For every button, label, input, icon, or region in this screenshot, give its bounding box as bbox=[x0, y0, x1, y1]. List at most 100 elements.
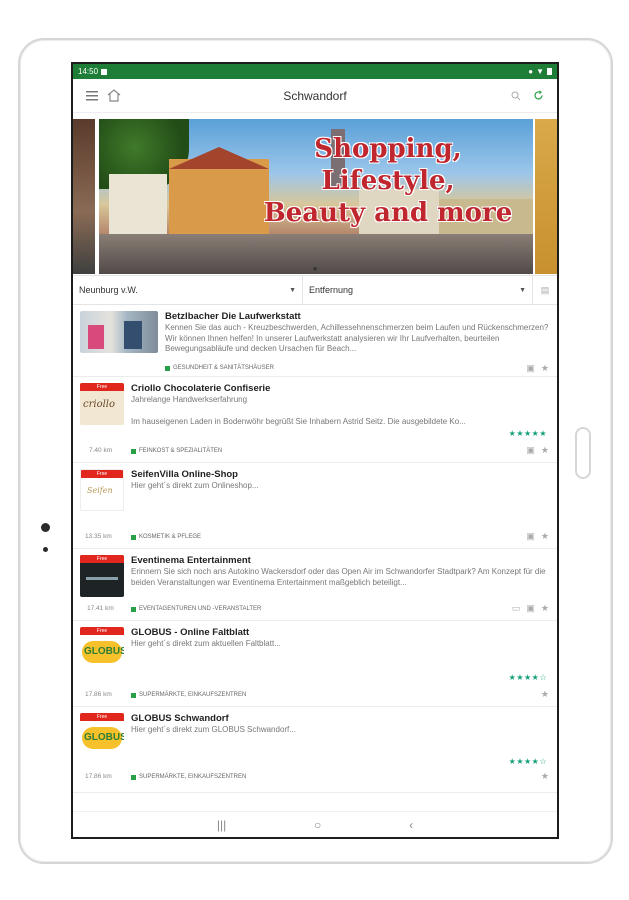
criollo-logo: Free criollo bbox=[80, 383, 124, 425]
badge-free: Free bbox=[80, 627, 124, 635]
side-button bbox=[575, 427, 591, 479]
shop-description: Hier geht´s direkt zum aktuellen Faltbla… bbox=[131, 639, 281, 648]
favorite-star-icon[interactable]: ★ bbox=[541, 531, 549, 542]
home-button-icon[interactable]: ○ bbox=[314, 818, 321, 832]
chevron-down-icon: ▼ bbox=[289, 286, 296, 294]
favorite-star-icon[interactable]: ★ bbox=[541, 603, 549, 614]
notification-icon bbox=[101, 68, 108, 75]
category-text: GESUNDHEIT & SANITÄTSHÄUSER bbox=[173, 365, 274, 371]
list-item[interactable]: Free GLOBUS GLOBUS Schwandorf Hier geht´… bbox=[73, 707, 557, 793]
facebook-icon[interactable]: ▣ bbox=[526, 603, 535, 614]
home-icon[interactable] bbox=[103, 85, 125, 107]
item-actions: ★ bbox=[541, 689, 549, 700]
distance-label: 7.40 km bbox=[89, 447, 113, 454]
location-value: Neunburg v.W. bbox=[79, 285, 138, 295]
rating-stars: ★★★★★ bbox=[508, 429, 547, 438]
youtube-icon[interactable]: ▭ bbox=[512, 603, 521, 614]
distance-label: 13.35 km bbox=[85, 533, 112, 540]
system-nav-bar: ||| ○ ‹ bbox=[73, 811, 557, 837]
list-item[interactable]: Free GLOBUS GLOBUS - Online Faltblatt Hi… bbox=[73, 621, 557, 707]
banner-prev-slide bbox=[73, 119, 95, 274]
eventinema-logo: Free bbox=[80, 555, 124, 597]
back-icon[interactable]: ‹ bbox=[409, 818, 413, 832]
facebook-icon[interactable]: ▣ bbox=[526, 531, 535, 542]
shop-name: GLOBUS - Online Faltblatt bbox=[131, 627, 250, 638]
calendar-icon[interactable]: ▤ bbox=[533, 276, 557, 304]
category-text: FEINKOST & SPEZIALITÄTEN bbox=[139, 448, 223, 454]
battery-icon bbox=[547, 68, 552, 75]
shop-description-more: Im hauseigenen Laden in Bodenwöhr begrüß… bbox=[131, 417, 466, 426]
item-actions: ★ bbox=[541, 771, 549, 782]
shop-description: Erinnern Sie sich noch ans Autokino Wack… bbox=[131, 567, 546, 587]
category-label: SUPERMÄRKTE, EINKAUFSZENTREN bbox=[131, 774, 246, 780]
shop-description: Hier geht´s direkt zum Onlineshop... bbox=[131, 481, 259, 490]
wifi-icon: ▼ bbox=[536, 67, 544, 76]
banner-next-slide bbox=[535, 119, 557, 274]
sort-dropdown[interactable]: Entfernung ▼ bbox=[303, 276, 533, 304]
item-actions: ▣ ★ bbox=[526, 531, 549, 542]
list-item[interactable]: Betzlbacher Die Laufwerkstatt Kennen Sie… bbox=[73, 305, 557, 377]
recent-apps-icon[interactable]: ||| bbox=[217, 818, 226, 832]
favorite-star-icon[interactable]: ★ bbox=[541, 771, 549, 782]
facebook-icon[interactable]: ▣ bbox=[526, 445, 535, 456]
refresh-icon[interactable] bbox=[527, 85, 549, 107]
distance-label: 17.86 km bbox=[85, 773, 112, 780]
distance-label: 17.86 km bbox=[85, 691, 112, 698]
globus-logo: Free GLOBUS bbox=[80, 627, 124, 669]
status-time: 14:50 bbox=[78, 67, 99, 76]
banner-page-indicator: ● bbox=[312, 264, 318, 273]
shop-description: Hier geht´s direkt zum GLOBUS Schwandorf… bbox=[131, 725, 296, 734]
favorite-star-icon[interactable]: ★ bbox=[541, 363, 549, 374]
category-label: SUPERMÄRKTE, EINKAUFSZENTREN bbox=[131, 692, 246, 698]
banner-image: Shopping, Lifestyle, Beauty and more bbox=[99, 119, 533, 274]
sort-value: Entfernung bbox=[309, 285, 354, 295]
shop-description: Kennen Sie das auch - Kreuzbeschwerden, … bbox=[165, 323, 549, 353]
category-label: KOSMETIK & PFLEGE bbox=[131, 534, 201, 540]
shop-list: Betzlbacher Die Laufwerkstatt Kennen Sie… bbox=[73, 305, 557, 793]
camera-dot bbox=[41, 523, 50, 532]
list-item[interactable]: Free Seifen SeifenVilla Online-Shop Hier… bbox=[73, 463, 557, 549]
category-text: SUPERMÄRKTE, EINKAUFSZENTREN bbox=[139, 692, 247, 698]
search-icon[interactable] bbox=[505, 85, 527, 107]
banner-line-2: Beauty and more bbox=[263, 198, 513, 228]
device-screen: 14:50 ● ▼ Schwandorf Shopping, Lifestyle… bbox=[71, 62, 559, 839]
shop-name: Betzlbacher Die Laufwerkstatt bbox=[165, 311, 301, 322]
badge-free: Free bbox=[81, 470, 123, 478]
sensor-dot bbox=[43, 547, 48, 552]
rating-stars: ★★★★☆ bbox=[508, 673, 547, 682]
rating-stars: ★★★★☆ bbox=[508, 757, 547, 766]
location-dropdown[interactable]: Neunburg v.W. ▼ bbox=[73, 276, 303, 304]
badge-free: Free bbox=[80, 713, 124, 721]
list-item[interactable]: Free Eventinema Entertainment Erinnern S… bbox=[73, 549, 557, 621]
page-title: Schwandorf bbox=[283, 88, 347, 103]
category-text: KOSMETIK & PFLEGE bbox=[139, 534, 202, 540]
globus-logo: Free GLOBUS bbox=[80, 713, 124, 755]
item-actions: ▣ ★ bbox=[526, 363, 549, 374]
facebook-icon[interactable]: ▣ bbox=[526, 363, 535, 374]
chevron-down-icon: ▼ bbox=[519, 286, 526, 294]
shop-description: Jahrelange Handwerkserfahrung bbox=[131, 395, 248, 404]
promo-banner[interactable]: Shopping, Lifestyle, Beauty and more ● bbox=[73, 113, 557, 275]
category-text: SUPERMÄRKTE, EINKAUFSZENTREN bbox=[139, 774, 247, 780]
favorite-star-icon[interactable]: ★ bbox=[541, 689, 549, 700]
menu-icon[interactable] bbox=[81, 85, 103, 107]
category-label: GESUNDHEIT & SANITÄTSHÄUSER bbox=[165, 365, 274, 371]
banner-line-1: Shopping, Lifestyle, bbox=[314, 134, 462, 196]
shop-thumbnail bbox=[80, 311, 158, 353]
status-bar: 14:50 ● ▼ bbox=[73, 64, 557, 79]
list-item[interactable]: Free criollo Criollo Chocolaterie Confis… bbox=[73, 377, 557, 463]
filter-bar: Neunburg v.W. ▼ Entfernung ▼ ▤ bbox=[73, 275, 557, 305]
favorite-star-icon[interactable]: ★ bbox=[541, 445, 549, 456]
item-actions: ▣ ★ bbox=[526, 445, 549, 456]
location-icon: ● bbox=[528, 67, 534, 76]
category-label: FEINKOST & SPEZIALITÄTEN bbox=[131, 448, 222, 454]
shop-name: SeifenVilla Online-Shop bbox=[131, 469, 238, 480]
badge-free: Free bbox=[80, 555, 124, 563]
shop-name: Criollo Chocolaterie Confiserie bbox=[131, 383, 271, 394]
category-text: EVENTAGENTUREN UND -VERANSTALTER bbox=[139, 606, 262, 612]
badge-free: Free bbox=[80, 383, 124, 391]
banner-headline: Shopping, Lifestyle, Beauty and more bbox=[253, 133, 523, 229]
category-label: EVENTAGENTUREN UND -VERANSTALTER bbox=[131, 606, 261, 612]
distance-label: 17.41 km bbox=[87, 605, 114, 612]
app-bar: Schwandorf bbox=[73, 79, 557, 113]
